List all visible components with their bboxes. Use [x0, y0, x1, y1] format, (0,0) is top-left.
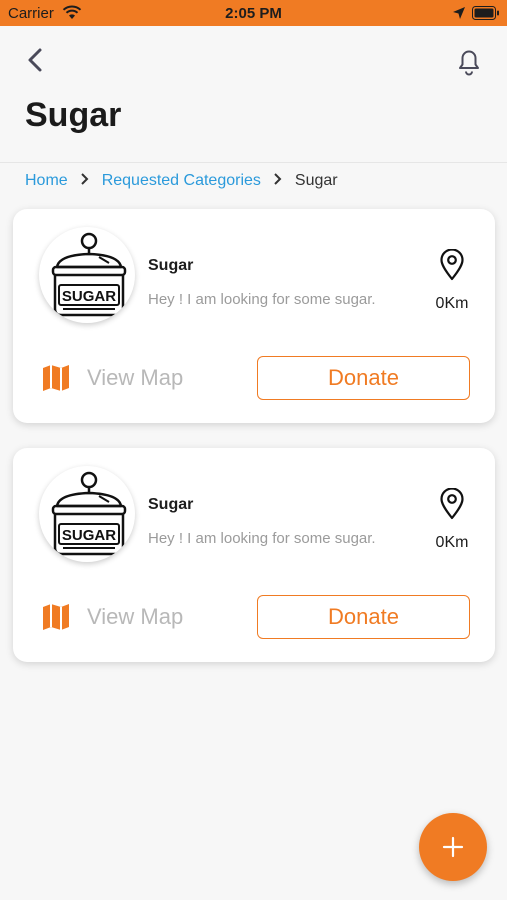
breadcrumb-requested-categories[interactable]: Requested Categories: [102, 172, 261, 190]
breadcrumb-home[interactable]: Home: [25, 172, 68, 190]
view-map-link[interactable]: View Map: [41, 361, 183, 395]
page-header: Sugar: [0, 26, 507, 163]
battery-icon: [472, 6, 500, 25]
request-title: Sugar: [148, 257, 194, 274]
bell-icon: [459, 50, 479, 76]
chevron-right-icon: [261, 172, 295, 191]
request-distance: 0Km: [435, 295, 469, 312]
notifications-button[interactable]: [452, 44, 486, 78]
sugar-jar-image: SUGAR: [39, 227, 135, 323]
map-icon: [43, 365, 69, 391]
request-card: SUGAR Sugar Hey ! I am looking for some …: [13, 448, 495, 662]
view-map-label: View Map: [87, 365, 184, 390]
view-map-label: View Map: [87, 604, 184, 629]
breadcrumb: Home Requested Categories Sugar: [25, 170, 338, 192]
request-message: Hey ! I am looking for some sugar.: [148, 291, 376, 308]
donate-button[interactable]: Donate: [257, 356, 470, 400]
sugar-jar-image: SUGAR: [39, 466, 135, 562]
status-time: 2:05 PM: [225, 5, 282, 22]
chevron-right-icon: [68, 172, 102, 191]
map-icon: [43, 604, 69, 630]
breadcrumb-current: Sugar: [294, 172, 338, 189]
request-title: Sugar: [148, 496, 194, 513]
request-card: SUGAR Sugar Hey ! I am looking for some …: [13, 209, 495, 423]
location-pin-icon: [439, 248, 465, 281]
location-pin-icon: [439, 487, 465, 520]
add-request-button[interactable]: [419, 813, 487, 881]
location-arrow-icon: [452, 6, 466, 25]
donate-button[interactable]: Donate: [257, 595, 470, 639]
request-message: Hey ! I am looking for some sugar.: [148, 530, 376, 547]
back-button[interactable]: [22, 44, 50, 76]
plus-icon: [442, 836, 464, 858]
avatar-label: SUGAR: [62, 527, 116, 544]
page-title: Sugar: [25, 96, 122, 134]
request-distance: 0Km: [435, 534, 469, 551]
status-bar: Carrier 2:05 PM: [0, 0, 507, 26]
chevron-left-icon: [28, 48, 42, 72]
view-map-link[interactable]: View Map: [41, 600, 183, 634]
avatar-label: SUGAR: [62, 288, 116, 305]
